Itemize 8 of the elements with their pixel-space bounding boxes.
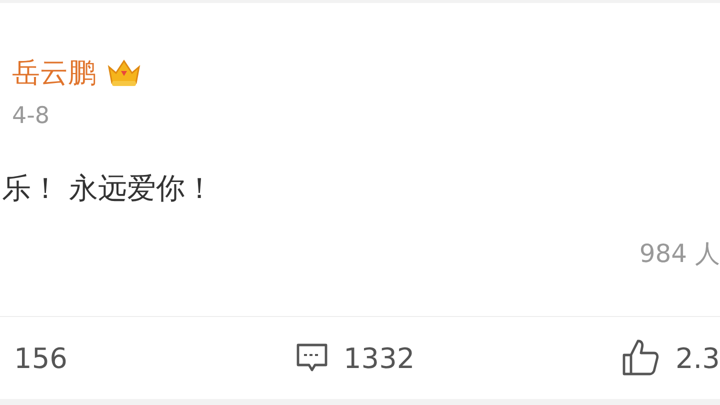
crown-icon bbox=[106, 57, 142, 89]
comment-button[interactable]: 1332 bbox=[295, 341, 415, 375]
thumbs-up-icon bbox=[621, 338, 662, 378]
like-button[interactable]: 2.3 bbox=[621, 338, 720, 378]
view-count: 984 人 bbox=[639, 238, 720, 270]
post-date: 4-8 bbox=[12, 103, 51, 129]
post-text: 乐！ 永远爱你！ bbox=[2, 170, 216, 207]
repost-button[interactable]: 156 bbox=[14, 342, 68, 374]
